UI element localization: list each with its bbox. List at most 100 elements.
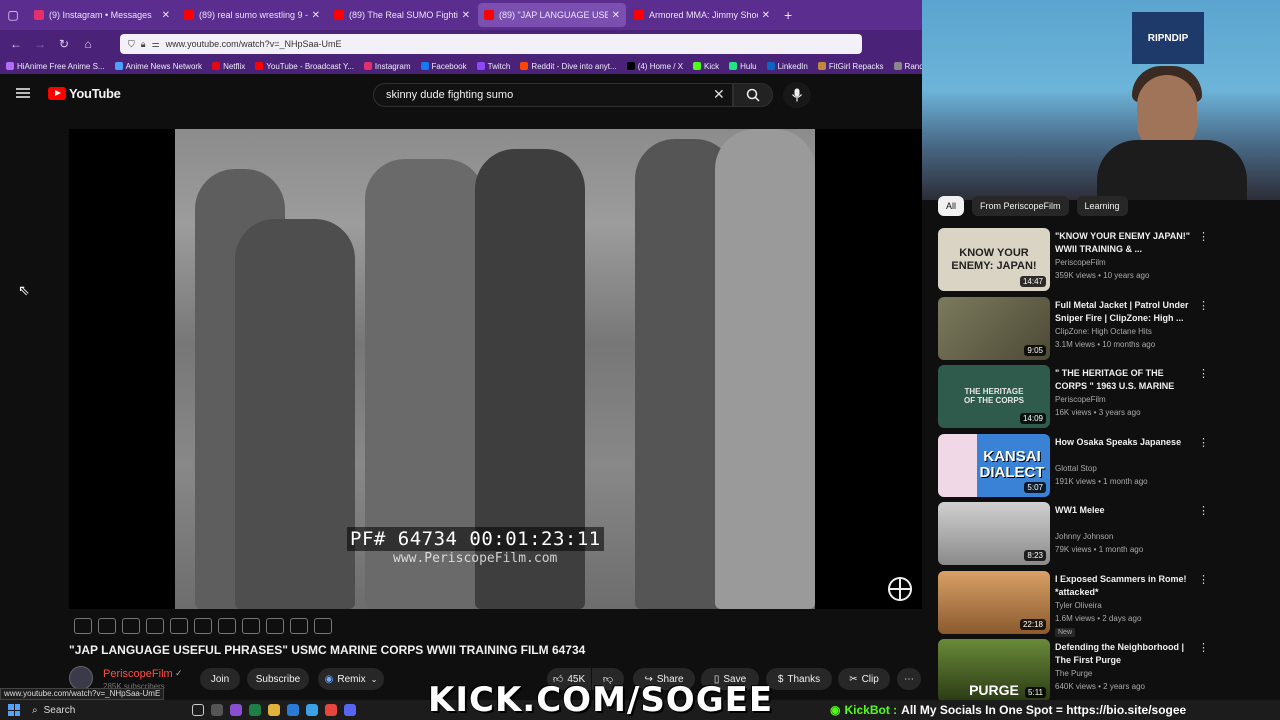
- widgets-icon[interactable]: [211, 704, 223, 716]
- bookmark-item[interactable]: Reddit - Dive into anyt...: [520, 62, 617, 71]
- list-item[interactable]: KANSAI DIALECT 5:07 How Osaka Speaks Jap…: [938, 433, 1210, 503]
- taskbar-search[interactable]: ⌕ Search: [32, 705, 182, 716]
- video-thumbnail[interactable]: 9:05: [938, 296, 1050, 360]
- task-view-icon[interactable]: [192, 704, 204, 716]
- pip-icon[interactable]: [170, 618, 188, 634]
- tab-sumo-1[interactable]: (89) real sumo wrestling 9 - Yo ✕: [178, 3, 326, 27]
- bookmark-item[interactable]: YouTube - Broadcast Y...: [255, 62, 354, 71]
- settings-icon[interactable]: [122, 618, 140, 634]
- more-vert-icon[interactable]: ⋮: [1198, 641, 1209, 654]
- bookmark-item[interactable]: Kick: [693, 62, 719, 71]
- speed-icon[interactable]: [218, 618, 236, 634]
- back-icon[interactable]: ←: [4, 37, 28, 51]
- chip-learning[interactable]: Learning: [1076, 196, 1128, 216]
- miniplayer-icon[interactable]: [146, 618, 164, 634]
- chip-all[interactable]: All: [938, 196, 965, 216]
- forward-icon[interactable]: →: [28, 37, 52, 51]
- search-button[interactable]: [733, 83, 773, 107]
- screenshot-icon[interactable]: [266, 618, 284, 634]
- x-icon: [626, 62, 635, 70]
- channel-avatar[interactable]: [69, 666, 93, 690]
- join-button[interactable]: Join: [200, 668, 240, 690]
- close-tab-icon[interactable]: ✕: [462, 10, 470, 21]
- tab-instagram[interactable]: (9) Instagram • Messages ✕: [28, 3, 176, 27]
- cinema-icon[interactable]: [194, 618, 212, 634]
- tab-current-video[interactable]: (89) "JAP LANGUAGE USEFU ✕: [478, 3, 626, 27]
- reload-icon[interactable]: ↻: [52, 37, 76, 51]
- voice-search-button[interactable]: [783, 82, 811, 108]
- bookmark-item[interactable]: Facebook: [420, 62, 467, 71]
- gear-icon[interactable]: [314, 618, 332, 634]
- youtube-play-icon: [48, 87, 66, 100]
- more-vert-icon[interactable]: ⋮: [1198, 230, 1209, 243]
- spreadsheet-icon[interactable]: [249, 704, 261, 716]
- bookmark-item[interactable]: Hulu: [729, 62, 757, 71]
- video-thumbnail[interactable]: THE HERITAGE OF THE CORPS 14:09: [938, 365, 1050, 428]
- more-vert-icon[interactable]: ⋮: [1198, 299, 1209, 312]
- thanks-button[interactable]: $ Thanks: [766, 668, 832, 690]
- bookmark-item[interactable]: LinkedIn: [766, 62, 808, 71]
- search-icon: [746, 88, 760, 102]
- more-vert-icon[interactable]: ⋮: [1198, 367, 1209, 380]
- app-icon[interactable]: [306, 704, 318, 716]
- browser-icon[interactable]: [230, 704, 242, 716]
- tab-armored-mma[interactable]: Armored MMA: Jimmy Shock v ✕: [628, 3, 776, 27]
- subscribe-button[interactable]: Subscribe: [247, 668, 309, 690]
- loop-icon[interactable]: [74, 618, 92, 634]
- bookmark-item[interactable]: Netflix: [212, 62, 245, 71]
- audio-icon[interactable]: [98, 618, 116, 634]
- new-tab-button[interactable]: +: [784, 7, 792, 23]
- close-tab-icon[interactable]: ✕: [312, 10, 320, 21]
- chip-from-channel[interactable]: From PeriscopeFilm: [972, 196, 1069, 216]
- search-input[interactable]: skinny dude fighting sumo: [373, 83, 733, 107]
- bookmark-item[interactable]: HiAnime Free Anime S...: [6, 62, 105, 71]
- remix-button[interactable]: ◉ Remix ⌄: [318, 668, 384, 690]
- bookmark-item[interactable]: Anime News Network: [114, 62, 202, 71]
- list-item[interactable]: PURGE 5:11 Defending the Neighborhood | …: [938, 639, 1210, 708]
- list-item[interactable]: KNOW YOUR ENEMY: JAPAN! 14:47 "KNOW YOUR…: [938, 228, 1210, 297]
- video-player[interactable]: PF# 64734 00:01:23:11 www.PeriscopeFilm.…: [69, 129, 922, 609]
- tab-sumo-2[interactable]: (89) The Real SUMO Fighting - ✕: [328, 3, 476, 27]
- chrome-icon[interactable]: [325, 704, 337, 716]
- expand-icon[interactable]: [242, 618, 260, 634]
- player-extension-controls: [74, 618, 332, 634]
- video-thumbnail[interactable]: KNOW YOUR ENEMY: JAPAN! 14:47: [938, 228, 1050, 291]
- windows-start-icon[interactable]: [8, 704, 20, 716]
- close-tab-icon[interactable]: ✕: [612, 10, 620, 21]
- more-vert-icon[interactable]: ⋮: [1198, 573, 1209, 586]
- video-thumbnail[interactable]: 22:18: [938, 570, 1050, 634]
- tab-list-icon[interactable]: ▢: [0, 0, 26, 30]
- more-vert-icon[interactable]: ⋮: [1198, 436, 1209, 449]
- bookmark-item[interactable]: Twitch: [476, 62, 510, 71]
- clip-button[interactable]: ✂ Clip: [838, 668, 890, 690]
- video-thumbnail[interactable]: PURGE 5:11: [938, 639, 1050, 702]
- home-icon[interactable]: ⌂: [76, 37, 100, 51]
- mail-icon[interactable]: [287, 704, 299, 716]
- more-vert-icon[interactable]: ⋮: [1198, 504, 1209, 517]
- files-icon[interactable]: [268, 704, 280, 716]
- shield-icon: ⛉: [128, 38, 135, 49]
- netflix-icon: [212, 62, 221, 70]
- youtube-logo[interactable]: YouTube: [48, 86, 121, 101]
- list-item[interactable]: 8:23 WW1 Melee Johnny Johnson 79K views …: [938, 502, 1210, 571]
- crosshair-icon[interactable]: [888, 577, 912, 601]
- list-item[interactable]: 9:05 Full Metal Jacket | Patrol Under Sn…: [938, 296, 1210, 366]
- video-thumbnail[interactable]: 8:23: [938, 502, 1050, 565]
- address-bar[interactable]: ⛉ 🔒︎ ⚌ www.youtube.com/watch?v=_NHpSaa-U…: [120, 34, 862, 54]
- close-tab-icon[interactable]: ✕: [162, 10, 170, 21]
- channel-name[interactable]: PeriscopeFilm: [103, 668, 173, 680]
- keyboard-icon[interactable]: [290, 618, 308, 634]
- discord-icon[interactable]: [344, 704, 356, 716]
- list-item[interactable]: 22:18 I Exposed Scammers in Rome! *attac…: [938, 570, 1210, 640]
- hamburger-menu-icon[interactable]: [16, 88, 30, 98]
- bookmark-item[interactable]: FitGirl Repacks: [817, 62, 884, 71]
- list-item[interactable]: THE HERITAGE OF THE CORPS 14:09 " THE HE…: [938, 365, 1210, 434]
- bookmark-item[interactable]: Instagram: [363, 62, 411, 71]
- more-actions-button[interactable]: ⋯: [897, 668, 921, 690]
- bookmark-item[interactable]: Rand: [893, 62, 922, 71]
- bookmark-item[interactable]: (4) Home / X: [626, 62, 683, 71]
- clear-search-icon[interactable]: ✕: [713, 86, 725, 103]
- close-tab-icon[interactable]: ✕: [762, 10, 770, 21]
- youtube-icon: [484, 10, 494, 20]
- video-thumbnail[interactable]: KANSAI DIALECT 5:07: [938, 433, 1050, 497]
